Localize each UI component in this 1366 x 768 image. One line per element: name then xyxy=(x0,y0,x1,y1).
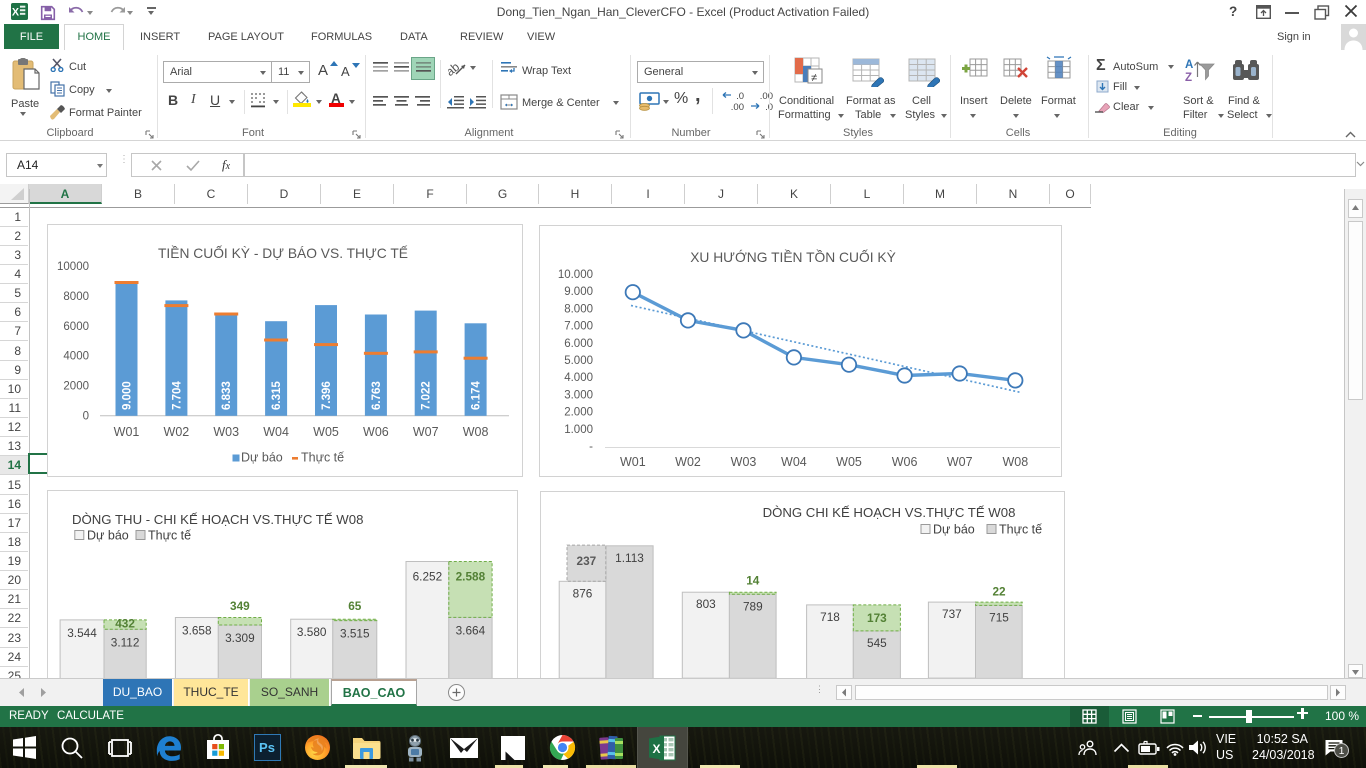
svg-text:W02: W02 xyxy=(675,455,701,469)
svg-text:6000: 6000 xyxy=(63,321,89,333)
svg-text:3.580: 3.580 xyxy=(297,625,327,639)
svg-text:7.022: 7.022 xyxy=(421,381,433,410)
svg-text:.0: .0 xyxy=(736,91,744,102)
svg-text:W08: W08 xyxy=(463,425,489,439)
svg-text:3.658: 3.658 xyxy=(182,624,212,638)
svg-text:737: 737 xyxy=(942,607,962,621)
svg-text:X: X xyxy=(652,742,660,756)
svg-text:10.000: 10.000 xyxy=(558,269,593,281)
svg-text:7.000: 7.000 xyxy=(564,321,593,333)
svg-text:W03: W03 xyxy=(731,455,757,469)
svg-text:6.315: 6.315 xyxy=(271,381,283,410)
svg-text:-: - xyxy=(589,441,593,453)
svg-text:3.515: 3.515 xyxy=(340,627,370,641)
svg-text:W04: W04 xyxy=(263,425,289,439)
svg-text:A: A xyxy=(1185,59,1193,71)
svg-text:.00: .00 xyxy=(760,91,773,102)
svg-text:6.763: 6.763 xyxy=(371,381,383,410)
svg-text:≠: ≠ xyxy=(811,72,817,84)
svg-text:W05: W05 xyxy=(836,455,862,469)
svg-text:173: 173 xyxy=(867,611,887,625)
svg-text:545: 545 xyxy=(867,636,887,650)
svg-text:ab: ab xyxy=(448,59,462,78)
svg-text:2000: 2000 xyxy=(63,381,89,393)
svg-text:3.309: 3.309 xyxy=(225,631,255,645)
svg-text:3.112: 3.112 xyxy=(111,635,140,649)
svg-text:DÒNG CHI KẾ HOẠCH VS.THỰC TẾ W: DÒNG CHI KẾ HOẠCH VS.THỰC TẾ W08 xyxy=(763,505,1016,520)
svg-text:3.664: 3.664 xyxy=(456,623,486,637)
svg-text:8.000: 8.000 xyxy=(564,303,593,315)
svg-text:2.000: 2.000 xyxy=(564,407,593,419)
svg-text:Dự báo: Dự báo xyxy=(87,529,129,543)
svg-text:Dự báo: Dự báo xyxy=(241,451,283,465)
svg-text:W01: W01 xyxy=(114,425,140,439)
svg-text:14: 14 xyxy=(746,573,760,587)
svg-text:Z: Z xyxy=(1185,72,1192,84)
svg-text:6.833: 6.833 xyxy=(221,381,233,410)
svg-text:789: 789 xyxy=(743,599,763,613)
svg-text:XU HƯỚNG TIỀN TỒN CUỐI KỲ: XU HƯỚNG TIỀN TỒN CUỐI KỲ xyxy=(690,248,896,265)
svg-text:10000: 10000 xyxy=(57,261,89,273)
svg-text:W07: W07 xyxy=(947,455,973,469)
svg-text:3.000: 3.000 xyxy=(564,389,593,401)
svg-text:DÒNG THU - CHI KẾ HOẠCH VS.THỰ: DÒNG THU - CHI KẾ HOẠCH VS.THỰC TẾ W08 xyxy=(72,512,363,527)
svg-text:W06: W06 xyxy=(892,455,918,469)
svg-text:5.000: 5.000 xyxy=(564,355,593,367)
svg-text:349: 349 xyxy=(230,599,250,613)
svg-text:3.544: 3.544 xyxy=(67,626,97,640)
svg-text:W08: W08 xyxy=(1002,455,1028,469)
svg-text:W05: W05 xyxy=(313,425,339,439)
svg-text:4.000: 4.000 xyxy=(564,372,593,384)
svg-text:718: 718 xyxy=(820,610,840,624)
svg-text:432: 432 xyxy=(115,617,135,631)
svg-text:803: 803 xyxy=(696,597,716,611)
svg-text:6.000: 6.000 xyxy=(564,338,593,350)
svg-text:Thực tế: Thực tế xyxy=(148,529,191,543)
svg-text:9.000: 9.000 xyxy=(122,381,134,410)
svg-text:1.000: 1.000 xyxy=(564,424,593,436)
svg-text:4000: 4000 xyxy=(63,351,89,363)
svg-text:Dự báo: Dự báo xyxy=(933,523,975,537)
svg-text:8000: 8000 xyxy=(63,291,89,303)
svg-text:22: 22 xyxy=(992,585,1006,599)
svg-text:6.252: 6.252 xyxy=(413,570,443,584)
svg-text:W03: W03 xyxy=(213,425,239,439)
svg-text:W06: W06 xyxy=(363,425,389,439)
svg-text:2.588: 2.588 xyxy=(456,570,486,584)
svg-text:65: 65 xyxy=(348,599,362,613)
svg-text:W04: W04 xyxy=(781,455,807,469)
svg-text:7.704: 7.704 xyxy=(171,381,183,410)
svg-text:1.113: 1.113 xyxy=(615,551,644,565)
svg-text:0: 0 xyxy=(83,411,89,423)
svg-text:TIỀN CUỐI KỲ - DỰ BÁO VS. THỰC: TIỀN CUỐI KỲ - DỰ BÁO VS. THỰC TẾ xyxy=(158,244,408,261)
svg-text:6.174: 6.174 xyxy=(471,381,483,410)
svg-text:W02: W02 xyxy=(164,425,190,439)
svg-text:9.000: 9.000 xyxy=(564,286,593,298)
svg-text:Thực tế: Thực tế xyxy=(999,523,1042,537)
svg-text:Thực tế: Thực tế xyxy=(301,451,344,465)
svg-text:876: 876 xyxy=(573,586,593,600)
svg-text:237: 237 xyxy=(577,554,597,568)
svg-text:.00: .00 xyxy=(731,102,744,112)
svg-text:W07: W07 xyxy=(413,425,439,439)
svg-text:715: 715 xyxy=(989,610,1009,624)
svg-text:W01: W01 xyxy=(620,455,646,469)
svg-text:7.396: 7.396 xyxy=(321,381,333,410)
